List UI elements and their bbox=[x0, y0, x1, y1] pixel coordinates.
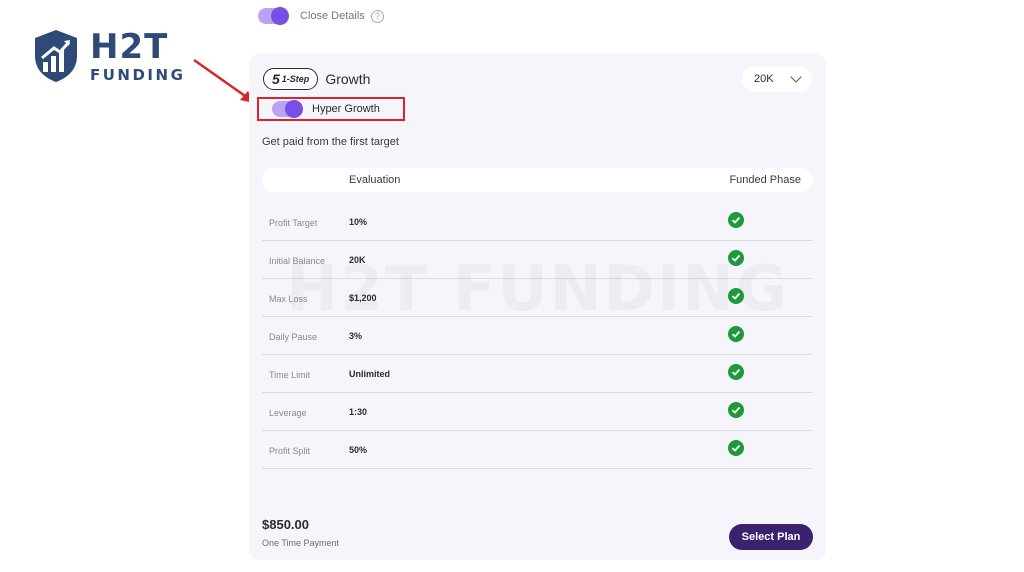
hyper-growth-toggle[interactable] bbox=[272, 100, 303, 118]
row-value: Unlimited bbox=[349, 369, 391, 379]
select-plan-button[interactable]: Select Plan bbox=[729, 524, 813, 550]
header-funded-phase: Funded Phase bbox=[729, 174, 801, 186]
table-row: Time Limit Unlimited bbox=[262, 355, 813, 393]
question-circle-icon[interactable]: ? bbox=[370, 9, 384, 23]
plan-tagline: Get paid from the first target bbox=[262, 136, 399, 148]
toggle-knob bbox=[285, 100, 303, 118]
price-note: One Time Payment bbox=[262, 538, 340, 548]
row-value: $1,200 bbox=[349, 293, 377, 303]
row-label: Daily Pause bbox=[269, 332, 318, 342]
table-row: Profit Split 50% bbox=[262, 431, 813, 469]
account-size-select[interactable]: 20K bbox=[742, 66, 812, 92]
step-number: 5 bbox=[272, 71, 280, 87]
hyper-growth-label: Hyper Growth bbox=[312, 103, 380, 115]
plan-name: Growth bbox=[325, 71, 371, 87]
row-value: 10% bbox=[349, 217, 368, 227]
check-circle-icon bbox=[728, 364, 744, 380]
check-circle-icon bbox=[728, 440, 744, 456]
account-size-value: 20K bbox=[754, 73, 774, 85]
row-value: 3% bbox=[349, 331, 363, 341]
logo-main-text: H2T bbox=[90, 26, 169, 67]
row-label: Leverage bbox=[269, 408, 307, 418]
table-row: Max Loss $1,200 bbox=[262, 279, 813, 317]
close-details-label: Close Details bbox=[300, 10, 365, 22]
row-label: Max Loss bbox=[269, 294, 308, 304]
plan-rows: Profit Target 10% Initial Balance 20K Ma… bbox=[262, 203, 813, 469]
step-badge: 5 1-Step bbox=[263, 68, 319, 90]
table-row: Daily Pause 3% bbox=[262, 317, 813, 355]
hyper-growth-highlight: Hyper Growth bbox=[257, 97, 405, 121]
row-label: Time Limit bbox=[269, 370, 311, 380]
row-label: Profit Split bbox=[269, 446, 311, 456]
check-circle-icon bbox=[728, 250, 744, 266]
brand-logo: H2T FUNDING bbox=[32, 28, 185, 84]
row-label: Profit Target bbox=[269, 218, 318, 228]
step-text: 1-Step bbox=[281, 74, 310, 84]
toggle-knob bbox=[271, 7, 289, 25]
plan-price: $850.00 bbox=[262, 517, 309, 532]
row-label: Initial Balance bbox=[269, 256, 326, 266]
plan-card: 5 1-Step Growth 20K Hyper Growth Get pai… bbox=[249, 54, 826, 560]
check-circle-icon bbox=[728, 288, 744, 304]
shield-chart-icon bbox=[35, 30, 77, 82]
logo-sub-text: FUNDING bbox=[90, 65, 186, 84]
plan-header: 5 1-Step Growth bbox=[263, 68, 370, 90]
details-toggle-row: Close Details ? bbox=[258, 7, 384, 25]
check-circle-icon bbox=[728, 212, 744, 228]
chevron-down-icon bbox=[790, 71, 802, 83]
table-header: Evaluation Funded Phase bbox=[262, 168, 813, 192]
table-row: Leverage 1:30 bbox=[262, 393, 813, 431]
row-value: 1:30 bbox=[349, 407, 368, 417]
row-value: 50% bbox=[349, 445, 368, 455]
check-circle-icon bbox=[728, 326, 744, 342]
header-evaluation: Evaluation bbox=[349, 174, 401, 186]
table-row: Profit Target 10% bbox=[262, 203, 813, 241]
close-details-toggle[interactable] bbox=[258, 7, 289, 25]
check-circle-icon bbox=[728, 402, 744, 418]
table-row: Initial Balance 20K bbox=[262, 241, 813, 279]
row-value: 20K bbox=[349, 255, 366, 265]
